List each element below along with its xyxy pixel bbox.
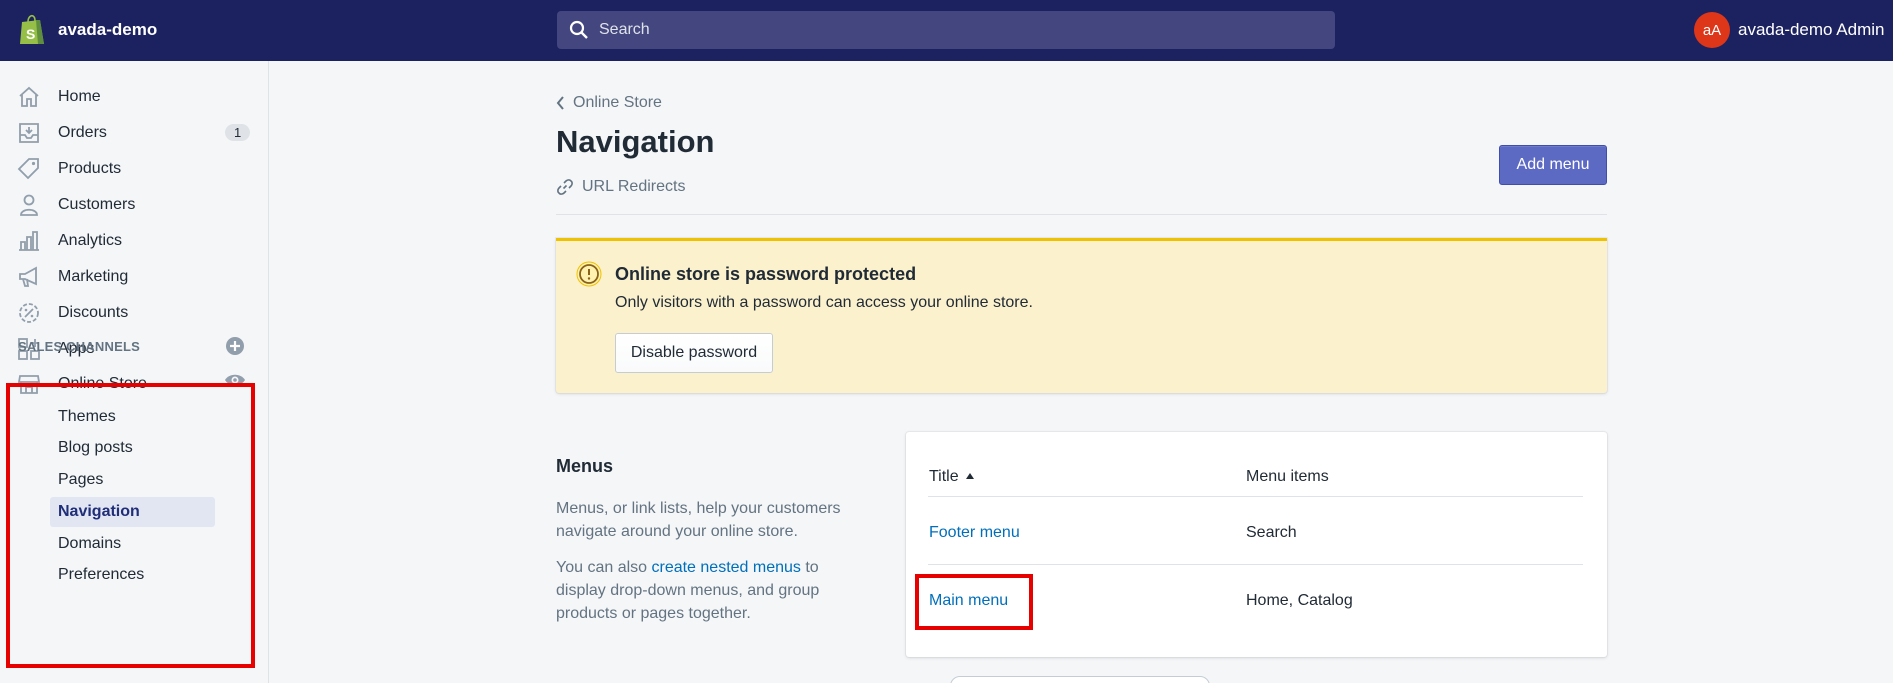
sidebar-item-label: Analytics xyxy=(58,232,123,249)
menus-description: Menus, or link lists, help your customer… xyxy=(556,500,841,540)
main-menu-highlight-box xyxy=(915,574,1033,630)
sidebar-item-customers[interactable]: Customers xyxy=(0,188,269,222)
menu-items-cell: Home, Catalog xyxy=(1246,592,1353,609)
sidebar-item-label: Home xyxy=(58,88,101,105)
menus-desc-prefix: You can also xyxy=(556,559,652,576)
column-header-title[interactable]: Title xyxy=(929,468,959,486)
sidebar-item-label: Products xyxy=(58,160,122,177)
home-icon xyxy=(19,86,39,107)
sidebar-item-products[interactable]: Products xyxy=(0,152,269,186)
sidebar-item-analytics[interactable]: Analytics xyxy=(0,224,269,258)
banner-title: Online store is password protected xyxy=(615,264,917,284)
add-menu-button[interactable]: Add menu xyxy=(1499,145,1607,185)
sidebar-item-label: Discounts xyxy=(58,304,129,321)
top-bar: S avada-demo aA avada-demo Admin xyxy=(0,0,1893,61)
menu-title-link[interactable]: Footer menu xyxy=(929,524,1020,542)
person-icon xyxy=(20,194,38,216)
store-name[interactable]: avada-demo xyxy=(58,20,157,40)
sidebar-item-label: Customers xyxy=(58,196,136,213)
megaphone-icon xyxy=(19,266,37,287)
url-redirects-label: URL Redirects xyxy=(582,178,686,195)
menu-items-cell: Search xyxy=(1246,524,1297,541)
orders-count-badge: 1 xyxy=(225,124,251,141)
link-icon xyxy=(557,179,573,195)
disable-password-button[interactable]: Disable password xyxy=(615,333,773,373)
row-divider xyxy=(928,496,1583,497)
search-input[interactable] xyxy=(599,21,1299,39)
warning-icon xyxy=(576,261,602,287)
sidebar-item-discounts[interactable]: Discounts xyxy=(0,296,269,330)
sidebar-item-marketing[interactable]: Marketing xyxy=(0,260,269,294)
add-sales-channel-icon[interactable] xyxy=(225,336,245,356)
sidebar-item-home[interactable]: Home xyxy=(0,80,269,114)
row-divider xyxy=(928,564,1583,565)
breadcrumb-back-link[interactable]: Online Store xyxy=(556,94,662,112)
column-header-menu-items: Menu items xyxy=(1246,468,1329,485)
account-name[interactable]: avada-demo Admin xyxy=(1738,20,1884,40)
sales-channels-highlight-box xyxy=(6,383,255,668)
header-divider xyxy=(556,214,1607,215)
chevron-left-icon xyxy=(556,96,564,110)
breadcrumb-label: Online Store xyxy=(573,94,662,111)
sidebar-item-orders[interactable]: Orders 1 xyxy=(0,116,269,150)
password-protected-banner: Online store is password protected Only … xyxy=(556,238,1607,393)
orders-icon xyxy=(19,123,39,143)
svg-text:S: S xyxy=(26,26,35,42)
tag-icon xyxy=(17,158,39,180)
search-icon xyxy=(569,20,588,39)
sidebar-item-label: Marketing xyxy=(58,268,129,285)
url-redirects-link[interactable]: URL Redirects xyxy=(556,178,685,196)
menus-nested-description: You can also create nested menus to disp… xyxy=(556,556,846,625)
shopify-logo-icon[interactable]: S xyxy=(18,14,46,46)
bar-chart-icon xyxy=(19,231,39,251)
learn-more-pill[interactable] xyxy=(950,676,1210,683)
sales-channels-title: SALES CHANNELS xyxy=(18,339,140,354)
create-nested-menus-link[interactable]: create nested menus xyxy=(651,559,800,576)
sidebar-item-label: Orders xyxy=(58,124,107,141)
search-bar[interactable] xyxy=(557,11,1335,49)
page-title: Navigation xyxy=(556,124,715,159)
discount-icon xyxy=(19,303,39,323)
menus-heading: Menus xyxy=(556,456,614,476)
avatar[interactable]: aA xyxy=(1694,12,1730,48)
sort-ascending-icon[interactable] xyxy=(965,472,975,480)
banner-text: Only visitors with a password can access… xyxy=(615,294,1033,311)
